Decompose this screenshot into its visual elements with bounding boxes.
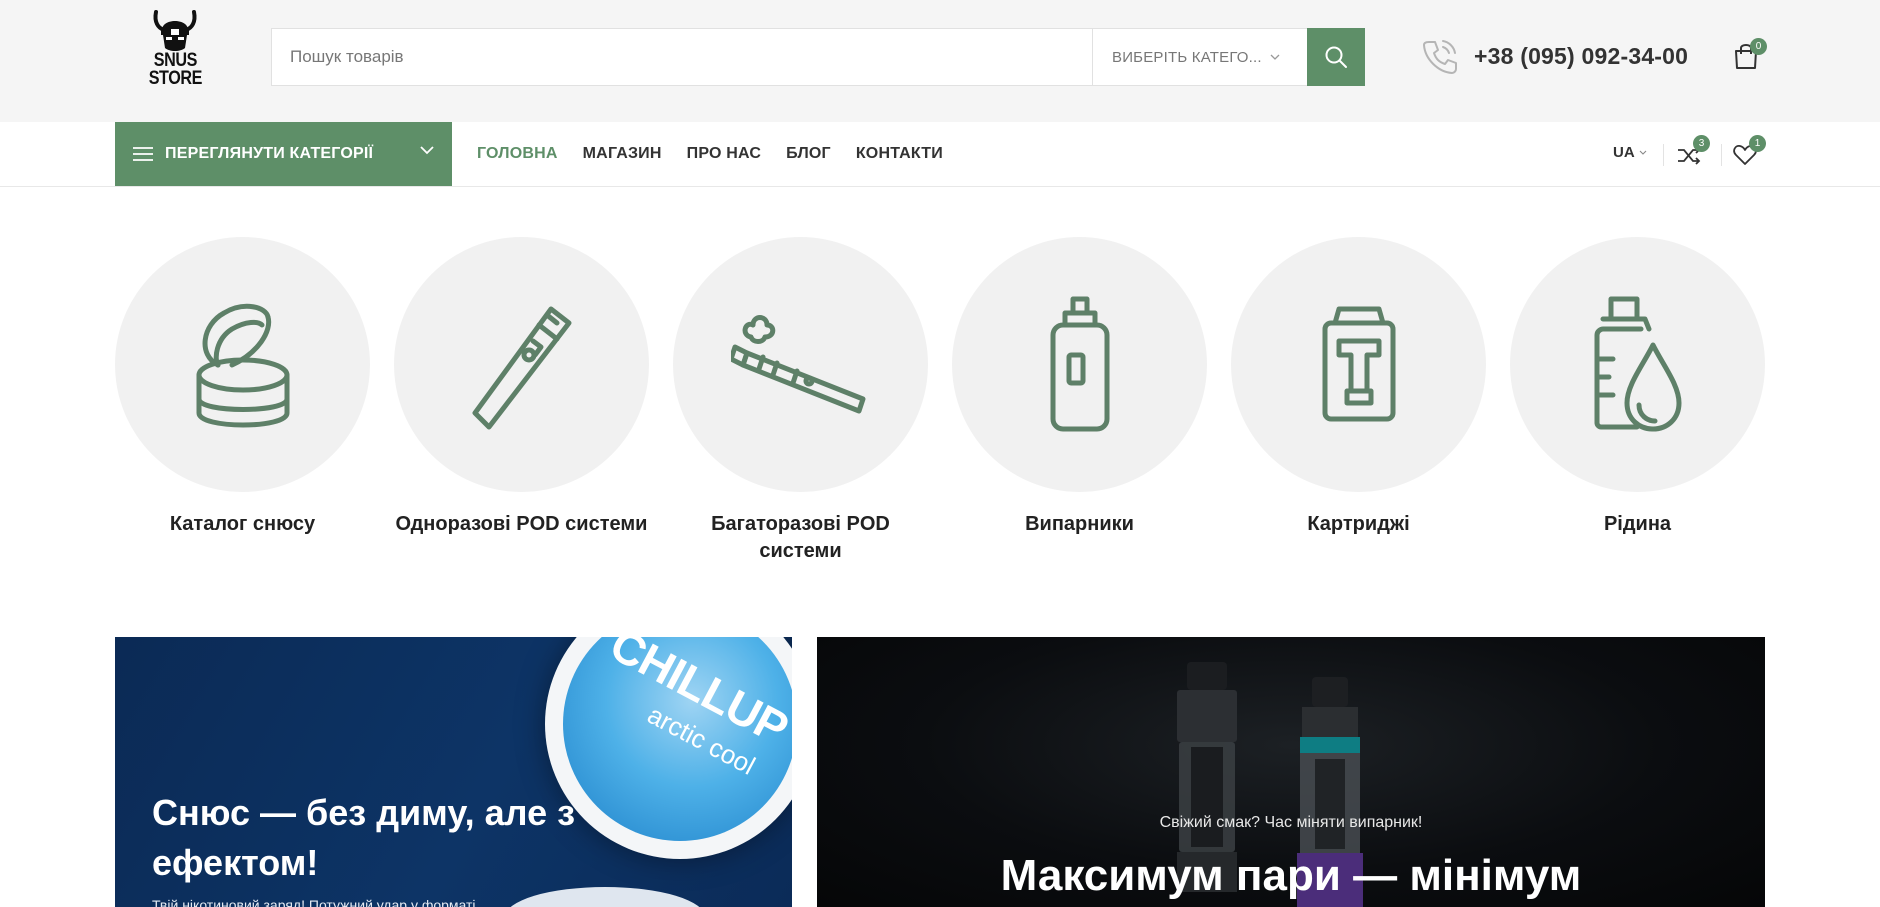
browse-categories-button[interactable]: ПЕРЕГЛЯНУТИ КАТЕГОРІЇ (115, 122, 452, 186)
category-select[interactable]: ВИБЕРІТЬ КАТЕГО... (1092, 29, 1307, 85)
wishlist-count-badge: 1 (1749, 135, 1766, 152)
cart-count-badge: 0 (1750, 38, 1767, 55)
language-label: UA (1613, 144, 1635, 161)
divider (1663, 144, 1664, 166)
phone-contact[interactable]: +38 (095) 092-34-00 (1420, 36, 1688, 76)
category-circle[interactable] (394, 237, 649, 492)
compare-count-badge: 3 (1693, 135, 1710, 152)
cartridge-icon (1322, 306, 1395, 421)
menu-item-contacts[interactable]: КОНТАКТИ (856, 145, 943, 163)
banner-title: Максимум пари — мінімум (1000, 851, 1582, 900)
category-circle[interactable] (115, 237, 370, 492)
category-label[interactable]: Випарники (952, 511, 1207, 538)
phone-icon (1423, 40, 1457, 74)
category-item[interactable]: Каталог снюсу (115, 237, 370, 565)
category-label[interactable]: Рідина (1510, 511, 1765, 538)
menu-item-about[interactable]: ПРО НАС (687, 145, 762, 163)
chevron-down-icon (420, 146, 434, 155)
disposable-pod-icon (472, 306, 571, 429)
category-select-label: ВИБЕРІТЬ КАТЕГО... (1112, 48, 1262, 66)
logo-line-2: STORE (148, 68, 202, 89)
category-circle[interactable] (952, 237, 1207, 492)
category-item[interactable]: Випарники (952, 237, 1207, 565)
category-item[interactable]: Рідина (1510, 237, 1765, 565)
language-switcher[interactable]: UA (1613, 144, 1647, 161)
category-circle[interactable] (1231, 237, 1486, 492)
banner-text: Твій нікотиновий заряд! Потужний удар у … (152, 897, 488, 907)
browse-categories-label: ПЕРЕГЛЯНУТИ КАТЕГОРІЇ (165, 145, 374, 162)
wishlist-button[interactable]: 1 (1732, 135, 1766, 168)
snus-promo-banner[interactable]: CHILLUP arctic cool Снюс — без диму, але… (115, 637, 792, 907)
cart-button[interactable]: 0 (1733, 38, 1767, 72)
snus-tin-icon (196, 303, 289, 427)
menu-item-shop[interactable]: МАГАЗИН (583, 145, 662, 163)
category-item[interactable]: Одноразові POD системи (394, 237, 649, 565)
liquid-icon (1594, 296, 1681, 431)
vaporizer-promo-banner[interactable]: Свіжий смак? Час міняти випарник! Максим… (817, 637, 1765, 907)
category-circle[interactable] (1510, 237, 1765, 492)
phone-number: +38 (095) 092-34-00 (1474, 42, 1689, 69)
hamburger-menu-icon (133, 147, 153, 161)
category-item[interactable]: Багаторазові POD системи (673, 237, 928, 565)
banner-subtitle: Свіжий смак? Час міняти випарник! (1159, 814, 1423, 831)
product-image-second-tin (505, 887, 705, 907)
category-grid: Каталог снюсу Одноразові POD системи Баг… (115, 237, 1765, 565)
chevron-down-icon (1270, 54, 1280, 60)
category-label[interactable]: Каталог снюсу (115, 511, 370, 538)
chevron-down-icon (1639, 150, 1647, 155)
main-nav: ПЕРЕГЛЯНУТИ КАТЕГОРІЇ ГОЛОВНА МАГАЗИН ПР… (0, 122, 1880, 187)
top-header: SNUS STORE ВИБЕРІТЬ КАТЕГО... +38 (095) … (0, 0, 1880, 122)
banner-title: Снюс — без диму, але з ефектом! (152, 792, 575, 883)
search-bar: ВИБЕРІТЬ КАТЕГО... (271, 28, 1365, 86)
compare-button[interactable]: 3 (1676, 135, 1710, 168)
category-label[interactable]: Одноразові POD системи (394, 511, 649, 538)
viking-helmet-icon (153, 10, 197, 51)
menu-item-blog[interactable]: БЛОГ (786, 145, 831, 163)
search-button[interactable] (1307, 28, 1365, 86)
category-label[interactable]: Картриджі (1231, 511, 1486, 538)
divider (1721, 144, 1722, 166)
search-icon (1325, 46, 1347, 68)
search-input[interactable] (272, 29, 1092, 85)
reusable-pod-icon (730, 314, 865, 413)
vaporizer-icon (1050, 296, 1109, 431)
category-label[interactable]: Багаторазові POD системи (673, 511, 928, 565)
category-item[interactable]: Картриджі (1231, 237, 1486, 565)
primary-menu: ГОЛОВНА МАГАЗИН ПРО НАС БЛОГ КОНТАКТИ (477, 122, 968, 186)
category-circle[interactable] (673, 237, 928, 492)
site-logo[interactable]: SNUS STORE (145, 8, 205, 98)
menu-item-home[interactable]: ГОЛОВНА (477, 145, 558, 163)
